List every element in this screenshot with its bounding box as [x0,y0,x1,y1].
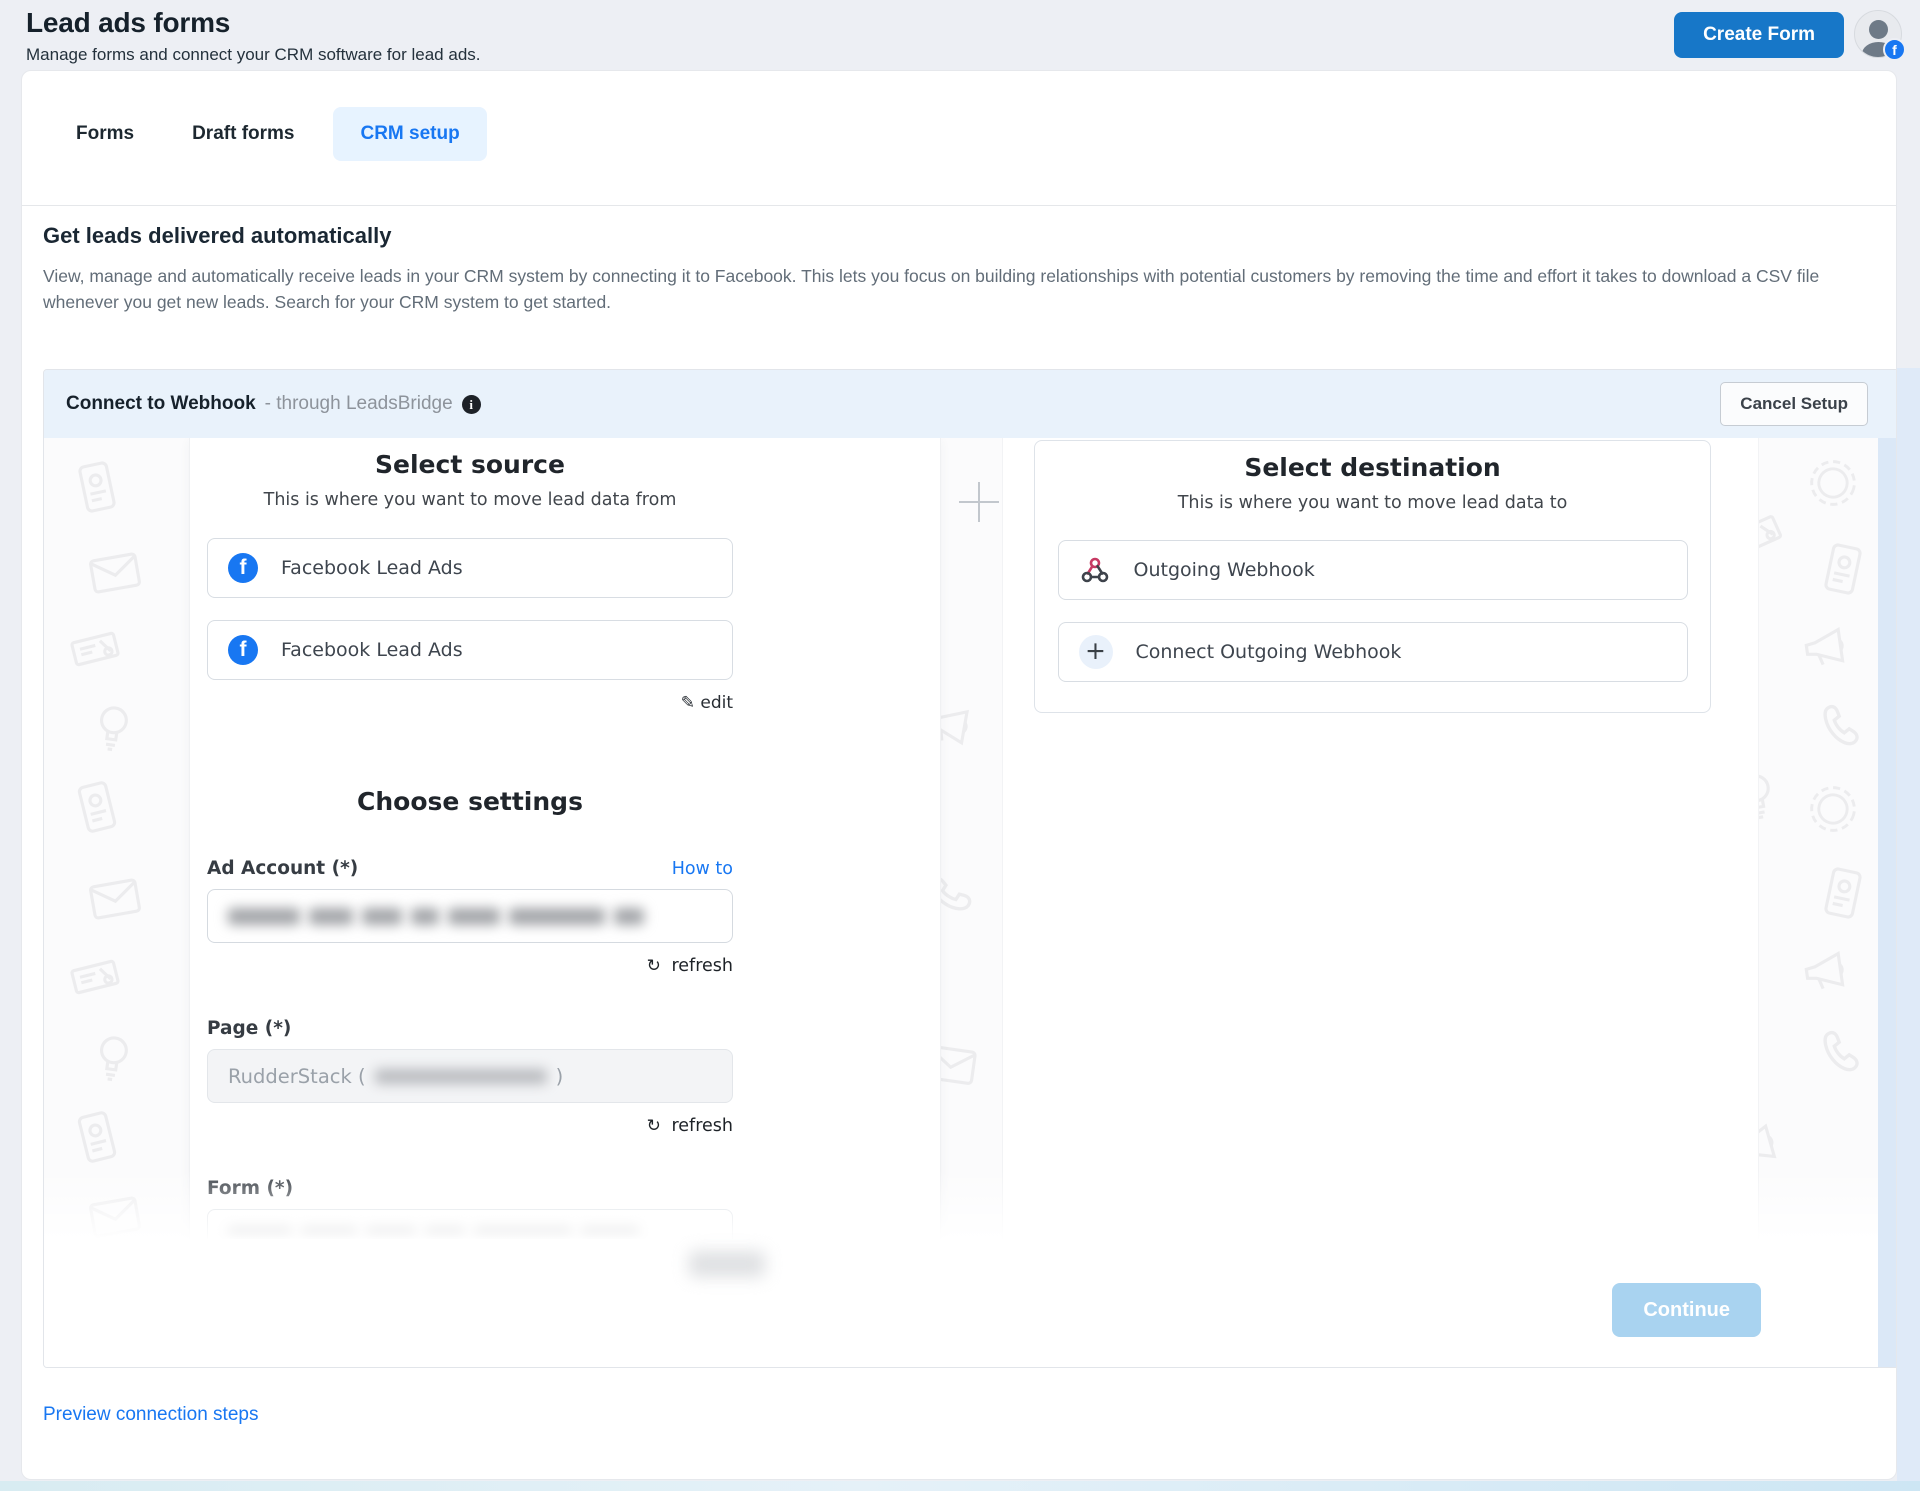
source-item-label: Facebook Lead Ads [281,557,463,579]
main-card: Forms Draft forms CRM setup Get leads de… [21,70,1897,1480]
how-to-link[interactable]: How to [672,859,733,879]
redacted-text [228,908,300,925]
redacted-text [309,908,353,925]
webhook-icon [1079,554,1111,586]
redacted-text [411,908,439,925]
cancel-setup-button[interactable]: Cancel Setup [1720,382,1868,426]
bg-megaphone-icon [1797,941,1858,1002]
continue-button[interactable]: Continue [1612,1283,1761,1337]
select-source-panel: Select source This is where you want to … [189,438,941,1241]
bg-envelope-icon [84,542,147,605]
avatar[interactable]: f [1854,10,1902,58]
bg-envelope-icon [84,868,147,931]
facebook-icon: f [228,553,258,583]
bg-phone-contact-icon [1811,861,1875,925]
page-label: Page (*) [207,1018,291,1039]
bg-phone-contact-icon [65,455,129,519]
source-item-facebook-lead-ads[interactable]: f Facebook Lead Ads [207,620,733,680]
redacted-text [614,908,644,925]
refresh-link[interactable]: ↻ refresh [647,956,733,976]
select-source-subheading: This is where you want to move lead data… [207,490,733,510]
bg-handset-icon [1811,1023,1870,1082]
faded-refresh-remnant [689,1251,765,1277]
choose-settings-heading: Choose settings [207,775,733,816]
refresh-icon: ↻ [647,956,661,976]
required-mark: (*) [265,1018,292,1039]
bg-lightbulb-icon [83,697,144,758]
ad-account-select[interactable] [207,889,733,943]
tabs-divider [22,205,1896,206]
edit-pencil-icon: ✎ [681,693,695,713]
connect-label: Connect Outgoing Webhook [1136,641,1402,663]
preview-connection-steps-link[interactable]: Preview connection steps [43,1404,258,1426]
facebook-badge-icon: f [1883,38,1906,61]
bg-handset-icon [1811,697,1870,756]
wizard-via: - through LeadsBridge [265,393,453,415]
bg-phone-contact-icon [64,774,129,839]
page-title: Lead ads forms [26,7,230,39]
wizard-footer: Continue [44,1239,1878,1367]
plus-icon: + [1079,635,1113,669]
destination-item-outgoing-webhook[interactable]: Outgoing Webhook [1058,540,1688,600]
plus-connector-icon [959,482,999,522]
bottom-fade-overlay [44,1169,1878,1241]
section-description: View, manage and automatically receive l… [43,263,1861,315]
bg-megaphone-icon [1797,617,1858,678]
select-destination-panel: Select destination This is where you wan… [1002,438,1759,1241]
tab-crm-setup[interactable]: CRM setup [333,107,486,161]
bg-phone-contact-icon [64,1104,129,1169]
bg-sale-badge-icon [1800,776,1865,841]
required-mark: (*) [332,858,359,879]
ad-account-label: Ad Account (*) [207,858,358,879]
page-refresh-row: ↻ refresh [207,1116,733,1136]
ad-account-refresh-row: ↻ refresh [207,956,733,976]
select-source-heading: Select source [207,438,733,479]
redacted-text [448,908,500,925]
edit-row: ✎ edit [207,693,733,713]
page-select[interactable]: RudderStack ( ) [207,1049,733,1103]
redacted-text [509,908,605,925]
page-value-suffix: ) [556,1065,564,1088]
page-subtitle: Manage forms and connect your CRM softwa… [26,45,481,65]
connect-webhook-header: Connect to Webhook - through LeadsBridge… [44,370,1897,438]
tab-bar: Forms Draft forms CRM setup [76,107,487,161]
leadsbridge-embed: Select source This is where you want to … [44,438,1878,1241]
source-item-label: Facebook Lead Ads [281,639,463,661]
info-icon[interactable]: i [462,395,481,414]
redacted-text [375,1069,547,1084]
source-item-facebook-lead-ads[interactable]: f Facebook Lead Ads [207,538,733,598]
page-value-prefix: RudderStack ( [228,1065,366,1088]
facebook-icon: f [228,635,258,665]
connect-webhook-panel: Select source This is where you want to … [43,369,1897,1368]
bg-ticket-icon [65,947,124,1006]
select-destination-subheading: This is where you want to move lead data… [1058,493,1688,513]
bg-sale-badge-icon [1800,450,1865,515]
bg-lightbulb-icon [83,1027,144,1088]
destination-item-label: Outgoing Webhook [1134,559,1315,581]
connect-outgoing-webhook-button[interactable]: + Connect Outgoing Webhook [1058,622,1688,682]
bg-ticket-icon [65,619,124,678]
edit-link[interactable]: ✎ edit [681,693,733,713]
refresh-icon: ↻ [647,1116,661,1136]
bg-phone-contact-icon [1811,537,1875,601]
destination-card: Select destination This is where you wan… [1034,440,1711,713]
page-right-strip [1897,368,1920,1481]
redacted-text [362,908,402,925]
tab-draft-forms[interactable]: Draft forms [192,107,294,161]
panel-right-gutter [1876,438,1897,1368]
tab-forms[interactable]: Forms [76,107,134,161]
create-form-button[interactable]: Create Form [1674,12,1844,58]
select-destination-heading: Select destination [1058,441,1688,482]
section-heading: Get leads delivered automatically [43,223,391,249]
wizard-title: Connect to Webhook [66,393,256,415]
refresh-link[interactable]: ↻ refresh [647,1116,733,1136]
page-bottom-strip [0,1481,1920,1491]
